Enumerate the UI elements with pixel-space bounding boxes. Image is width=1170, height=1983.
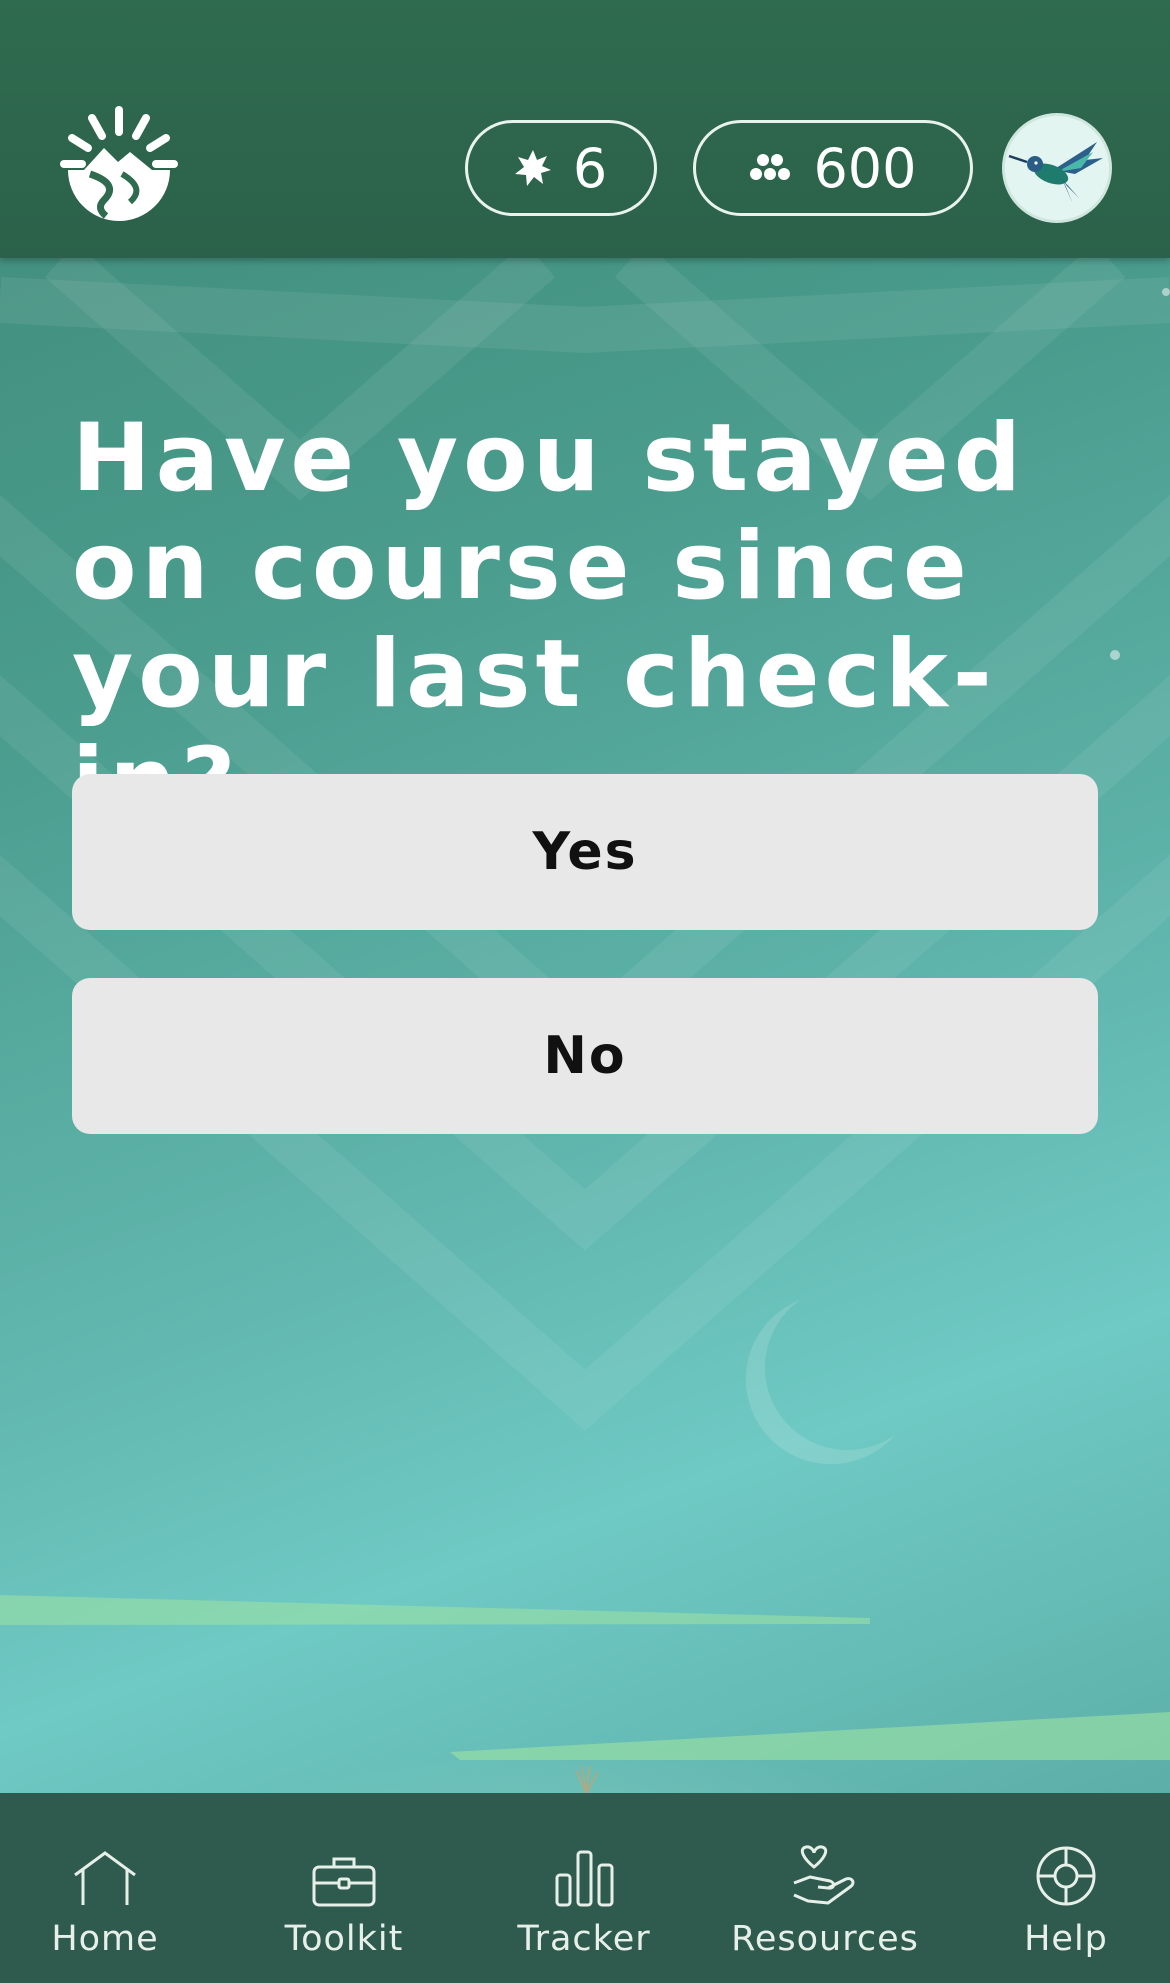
nav-label-toolkit: Toolkit (284, 1919, 404, 1959)
streak-counter[interactable]: 6 (465, 120, 657, 216)
nav-label-home: Home (51, 1919, 159, 1959)
home-icon (71, 1843, 139, 1907)
top-header: 6 600 (0, 0, 1170, 258)
check-in-question: Have you stayed on course since your las… (72, 404, 1027, 837)
nav-label-help: Help (1024, 1919, 1108, 1959)
streak-value: 6 (572, 136, 608, 200)
nav-item-resources[interactable]: Resources (730, 1793, 920, 1983)
points-counter[interactable]: 600 (693, 120, 973, 216)
yes-answer-button[interactable]: Yes (72, 774, 1098, 930)
bottom-navigation: Home Toolkit Tracker Resources Help (0, 1793, 1170, 1983)
toolkit-icon (312, 1843, 376, 1907)
points-value: 600 (813, 136, 917, 200)
dots-cluster-icon (750, 154, 791, 180)
nav-item-toolkit[interactable]: Toolkit (278, 1793, 410, 1983)
sun-mountain-logo-icon[interactable] (60, 104, 178, 222)
nav-label-resources: Resources (731, 1919, 919, 1959)
star-burst-icon (514, 150, 551, 186)
help-icon (1035, 1843, 1097, 1907)
tracker-icon (554, 1843, 614, 1907)
resources-icon (790, 1843, 860, 1907)
hummingbird-avatar-icon[interactable] (1002, 113, 1112, 223)
no-answer-button[interactable]: No (72, 978, 1098, 1134)
nav-item-tracker[interactable]: Tracker (516, 1793, 652, 1983)
nav-item-help[interactable]: Help (1016, 1793, 1116, 1983)
nav-label-tracker: Tracker (517, 1919, 651, 1959)
nav-item-home[interactable]: Home (40, 1793, 170, 1983)
